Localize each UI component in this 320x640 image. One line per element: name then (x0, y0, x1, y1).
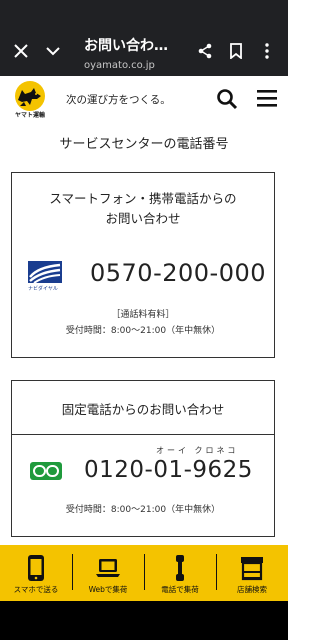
business-hours: 受付時間：8:00〜21:00（年中無休） (65, 326, 221, 336)
card-title-line2: お問い合わせ (105, 211, 181, 226)
nav-label: 店舗検索 (237, 585, 267, 594)
landline-inquiry-card: 固定電話からのお問い合わせ オーイ クロネコ 0120-01-9625 受付時間… (11, 380, 275, 537)
system-navigation-bar (0, 601, 288, 640)
nav-label: スマホで送る (13, 585, 59, 594)
nav-phone-pickup[interactable]: 電話で集荷 (144, 545, 216, 601)
business-hours: 受付時間：8:00〜21:00（年中無休） (65, 505, 221, 515)
chevron-down-icon[interactable] (42, 40, 64, 62)
status-bar (0, 0, 288, 24)
smartphone-icon (28, 555, 44, 581)
card-title: 固定電話からのお問い合わせ (61, 402, 225, 417)
phone-number[interactable]: 0120-01-9625 (84, 457, 253, 483)
phone-handset-icon (176, 555, 184, 581)
hamburger-menu-icon[interactable] (255, 88, 279, 110)
card-title-line1: スマートフォン・携帯電話からの (49, 191, 237, 206)
smartphone-inquiry-card: スマートフォン・携帯電話からの お問い合わせ ナビダイヤル 0570-200-0… (11, 172, 275, 358)
free-dial-icon (30, 461, 66, 481)
more-vert-icon[interactable] (256, 40, 278, 62)
page-title: サービスセンターの電話番号 (59, 137, 229, 152)
browser-title: お問い合わ… (84, 38, 168, 54)
store-icon (241, 557, 263, 581)
browser-toolbar: お問い合わ… oyamato.co.jp (0, 24, 288, 76)
close-icon[interactable] (10, 40, 32, 62)
logo-text: ヤマト運輸 (14, 112, 45, 119)
card-title: スマートフォン・携帯電話からの お問い合わせ (12, 189, 274, 229)
share-icon[interactable] (194, 40, 216, 62)
phone-number[interactable]: 0570-200-000 (90, 259, 266, 287)
divider (12, 434, 274, 435)
search-icon[interactable] (216, 88, 238, 110)
nav-label: 電話で集荷 (161, 585, 199, 594)
fee-note: ［通話料有料］ (111, 310, 175, 320)
nav-send-by-smartphone[interactable]: スマホで送る (0, 545, 72, 601)
bottom-nav: スマホで送る Webで集荷 電話で集荷 店舗検索 (0, 545, 288, 601)
nav-web-pickup[interactable]: Webで集荷 (72, 545, 144, 601)
nav-store-search[interactable]: 店舗検索 (216, 545, 288, 601)
bookmark-icon[interactable] (225, 40, 247, 62)
laptop-icon (96, 559, 120, 577)
navi-dial-label: ナビダイヤル (28, 286, 58, 292)
nav-label: Webで集荷 (88, 585, 128, 594)
browser-url[interactable]: oyamato.co.jp (84, 60, 155, 71)
number-reading: オーイ クロネコ (156, 446, 239, 455)
tagline: 次の運び方をつくる。 (66, 94, 171, 106)
site-header: ヤマト運輸 次の運び方をつくる。 (0, 76, 288, 124)
